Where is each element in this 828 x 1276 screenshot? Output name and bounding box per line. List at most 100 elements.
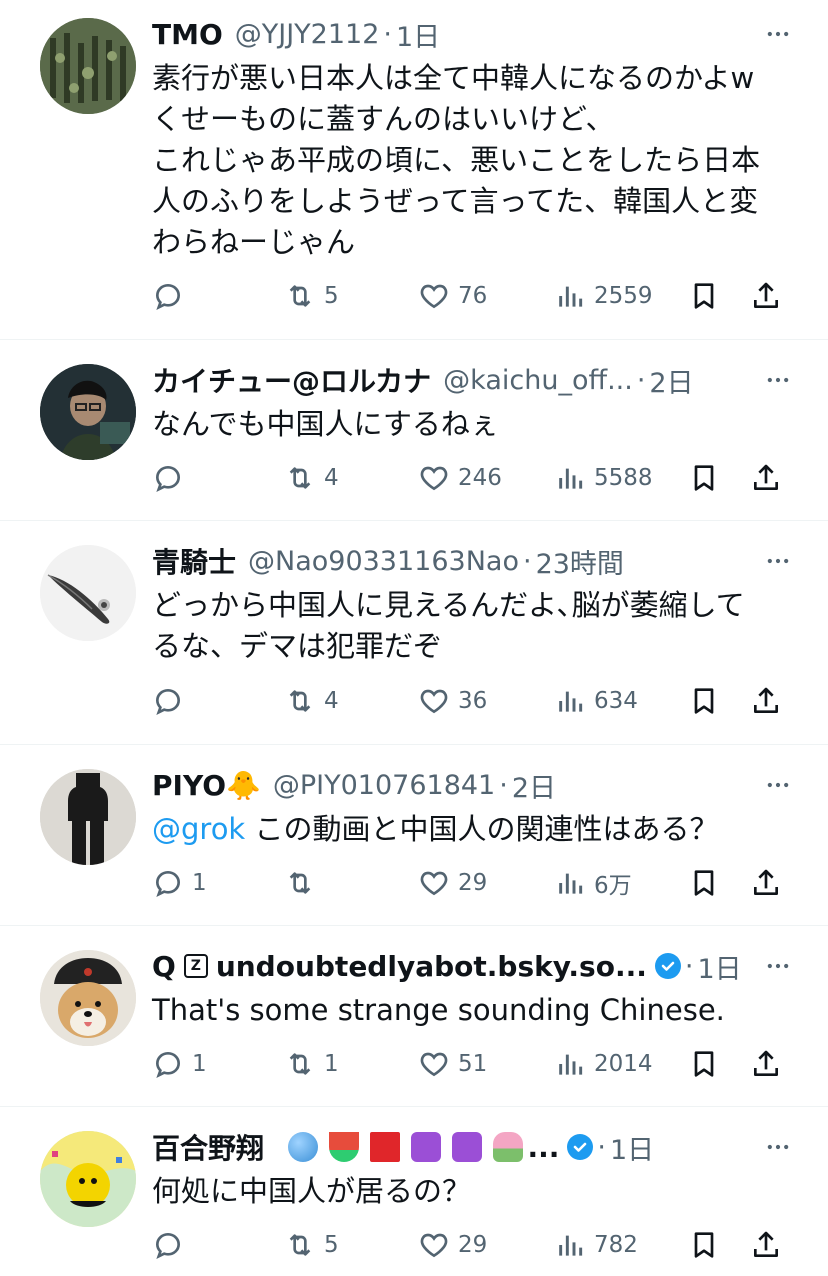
tweet-text: 何処に中国人が居るの？ xyxy=(152,1174,472,1208)
avatar[interactable] xyxy=(40,1131,136,1227)
share-button[interactable] xyxy=(750,685,782,717)
retweet-icon xyxy=(289,285,311,307)
action-bar: 1 1 51 2014 xyxy=(152,1044,788,1084)
views-icon xyxy=(559,1235,583,1256)
views-icon xyxy=(559,691,583,712)
retweet-icon xyxy=(289,690,311,712)
bookmark-button[interactable] xyxy=(688,867,720,899)
tweet[interactable]: カイチュー@ロルカナ @kaichu_off... · 2日 なんでも中国人にす… xyxy=(0,340,828,521)
separator-dot: · xyxy=(597,1131,606,1163)
tweet[interactable]: TMO @YJJY2112 · 1日 素行が悪い日本人は全て中韓人になるのかよw… xyxy=(0,0,828,340)
like-button[interactable]: 51 xyxy=(418,1048,487,1080)
share-icon xyxy=(754,1231,778,1257)
views-button[interactable]: 6万 xyxy=(554,866,632,900)
tweet-text: @grok この動画と中国人の関連性はある？ xyxy=(152,809,798,850)
share-button[interactable] xyxy=(750,1229,782,1261)
author-name[interactable]: 百合野翔 xyxy=(152,1127,264,1167)
avatar[interactable] xyxy=(40,545,136,641)
share-button[interactable] xyxy=(750,867,782,899)
author-name[interactable]: カイチュー@ロルカナ xyxy=(152,360,431,400)
avatar[interactable] xyxy=(40,18,136,114)
reply-button[interactable] xyxy=(152,280,192,312)
retweet-button[interactable] xyxy=(284,867,324,899)
avatar[interactable] xyxy=(40,364,136,460)
like-count: 51 xyxy=(458,1051,488,1077)
avatar[interactable] xyxy=(40,950,136,1046)
tweet[interactable]: 百合野翔 ... · 1日 何処に中国人が居るの？ 5 29 782 xyxy=(0,1107,828,1276)
share-button[interactable] xyxy=(750,462,782,494)
share-icon xyxy=(754,687,778,713)
share-button[interactable] xyxy=(750,1048,782,1080)
author-handle[interactable]: @PIY010761841 xyxy=(273,770,495,801)
like-button[interactable]: 76 xyxy=(418,280,487,312)
view-count: 782 xyxy=(594,1232,638,1258)
like-button[interactable]: 29 xyxy=(418,1229,487,1261)
more-icon[interactable] xyxy=(758,946,798,986)
author-name[interactable]: TMO xyxy=(152,18,223,51)
author-name[interactable]: Q xyxy=(152,950,176,983)
more-icon[interactable] xyxy=(758,14,798,54)
author-handle[interactable]: @Nao90331163Nao xyxy=(248,546,519,577)
views-button[interactable]: 5588 xyxy=(554,462,653,494)
views-icon xyxy=(559,468,583,489)
more-icon[interactable] xyxy=(758,360,798,400)
reply-button[interactable] xyxy=(152,1229,192,1261)
avatar[interactable] xyxy=(40,769,136,865)
bookmark-button[interactable] xyxy=(688,280,720,312)
like-button[interactable]: 29 xyxy=(418,867,487,899)
tweet[interactable]: PIYO🐥 @PIY010761841 · 2日 @grok この動画と中国人の… xyxy=(0,745,828,926)
bookmark-button[interactable] xyxy=(688,685,720,717)
like-button[interactable]: 246 xyxy=(418,462,502,494)
more-icon[interactable] xyxy=(758,541,798,581)
timestamp[interactable]: 2日 xyxy=(512,766,556,805)
separator-dot: · xyxy=(636,364,646,396)
retweet-button[interactable]: 5 xyxy=(284,1229,339,1261)
bookmark-icon xyxy=(694,1232,714,1258)
more-icon[interactable] xyxy=(758,765,798,805)
watermelon-emoji-icon xyxy=(329,1132,360,1162)
separator-dot: · xyxy=(522,545,532,577)
reply-button[interactable]: 1 xyxy=(152,1048,207,1080)
action-bar: 4 246 5588 xyxy=(152,458,788,498)
tweet-text: なんでも中国人にするねぇ xyxy=(152,407,499,441)
retweet-button[interactable]: 4 xyxy=(284,685,339,717)
reply-button[interactable]: 1 xyxy=(152,867,207,899)
author-display-handle[interactable]: undoubtedlyabot.bsky.so... xyxy=(216,950,647,983)
like-button[interactable]: 36 xyxy=(418,685,487,717)
views-button[interactable]: 2559 xyxy=(554,280,653,312)
bookmark-button[interactable] xyxy=(688,462,720,494)
views-button[interactable]: 782 xyxy=(554,1229,638,1261)
reply-icon xyxy=(155,465,181,492)
heart-icon xyxy=(420,1052,448,1077)
tweet-header: Q Z undoubtedlyabot.bsky.so... · 1日 xyxy=(152,946,798,986)
views-icon xyxy=(559,1054,583,1075)
timestamp[interactable]: 1日 xyxy=(610,1128,654,1167)
bookmark-icon xyxy=(694,870,714,896)
retweet-button[interactable]: 4 xyxy=(284,462,339,494)
more-icon[interactable] xyxy=(758,1127,798,1167)
tweet[interactable]: Q Z undoubtedlyabot.bsky.so... · 1日 That… xyxy=(0,926,828,1107)
author-name[interactable]: 青騎士 xyxy=(152,541,236,581)
author-handle[interactable]: @kaichu_off... xyxy=(443,365,633,396)
reply-button[interactable] xyxy=(152,462,192,494)
reply-button[interactable] xyxy=(152,685,192,717)
tweet[interactable]: 青騎士 @Nao90331163Nao · 23時間 どっから中国人に見えるんだ… xyxy=(0,521,828,745)
retweet-button[interactable]: 5 xyxy=(284,280,339,312)
timestamp[interactable]: 1日 xyxy=(697,947,741,986)
views-button[interactable]: 634 xyxy=(554,685,638,717)
timestamp[interactable]: 1日 xyxy=(396,15,440,54)
like-count: 29 xyxy=(458,870,488,896)
bookmark-button[interactable] xyxy=(688,1229,720,1261)
author-name[interactable]: PIYO🐥 xyxy=(152,769,261,802)
retweet-button[interactable]: 1 xyxy=(284,1048,339,1080)
timestamp[interactable]: 23時間 xyxy=(536,542,624,581)
like-count: 36 xyxy=(458,688,488,714)
bookmark-button[interactable] xyxy=(688,1048,720,1080)
tweet-text: That's some strange sounding Chinese. xyxy=(152,993,725,1027)
share-button[interactable] xyxy=(750,280,782,312)
mention-link[interactable]: @grok xyxy=(152,812,245,846)
author-handle[interactable]: @YJJY2112 xyxy=(235,19,380,50)
views-button[interactable]: 2014 xyxy=(554,1048,653,1080)
retweet-icon xyxy=(289,1234,311,1256)
timestamp[interactable]: 2日 xyxy=(649,361,693,400)
